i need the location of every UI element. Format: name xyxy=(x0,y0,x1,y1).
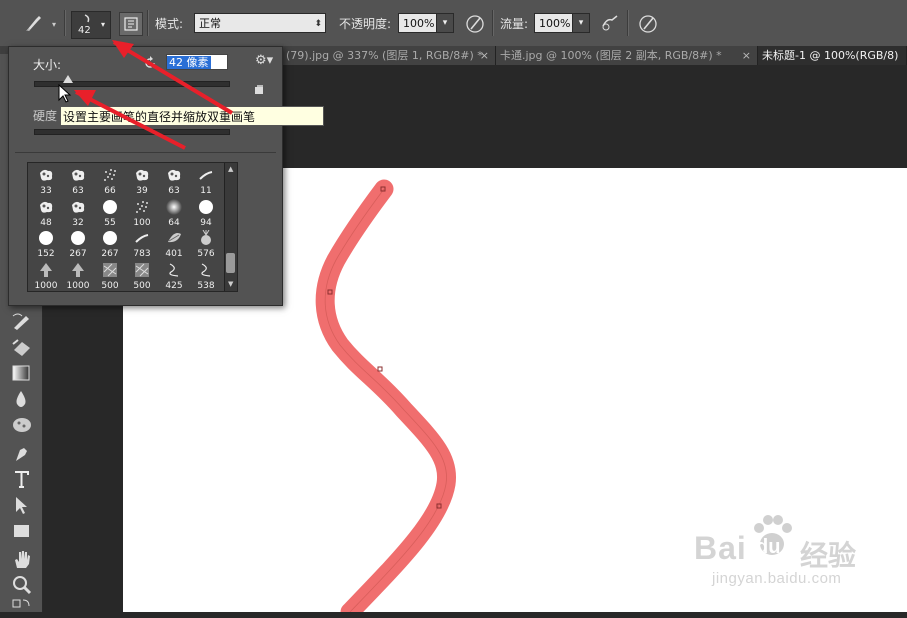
watermark-brand-b: du xyxy=(756,536,781,558)
watermark-brand-cn: 经验 xyxy=(800,539,857,572)
watermark-brand-a: Bai xyxy=(694,530,747,566)
baidu-jingyan-watermark: Bai du 经验 jingyan.baidu.com xyxy=(690,508,900,598)
watermark-url: jingyan.baidu.com xyxy=(712,570,842,587)
